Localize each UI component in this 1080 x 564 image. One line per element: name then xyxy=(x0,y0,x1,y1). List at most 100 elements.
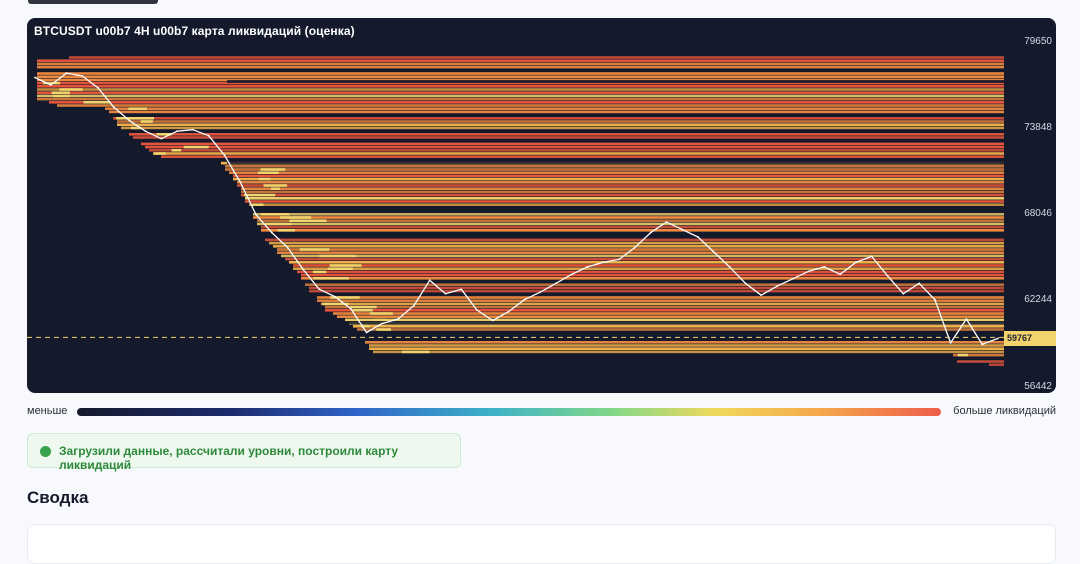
heat-band xyxy=(301,273,1004,277)
price-point xyxy=(902,292,905,295)
heat-band xyxy=(325,305,1004,309)
heat-band xyxy=(69,56,1004,59)
heat-band xyxy=(37,65,1004,69)
heat-hotspot xyxy=(258,171,279,174)
heat-band xyxy=(357,328,1004,331)
price-point xyxy=(776,285,778,288)
price-point xyxy=(365,331,368,334)
heat-band xyxy=(133,136,1004,139)
heat-band xyxy=(37,59,1004,62)
current-price-marker: 59767 xyxy=(1004,331,1056,346)
heat-hotspot xyxy=(258,177,271,181)
heat-band xyxy=(273,245,1004,248)
price-point xyxy=(128,119,131,122)
price-point xyxy=(839,273,842,276)
heat-band xyxy=(293,264,1004,267)
heat-band xyxy=(161,155,1004,158)
heat-band xyxy=(285,257,1004,261)
heat-band xyxy=(37,75,1004,78)
price-point xyxy=(223,154,226,156)
heat-band xyxy=(129,133,1004,136)
color-legend: меньше больше ликвидаций xyxy=(27,404,1056,420)
heat-hotspot xyxy=(313,277,349,280)
heat-hotspot xyxy=(261,213,290,216)
heat-band xyxy=(105,107,1004,110)
heat-band xyxy=(241,193,1004,197)
price-point xyxy=(855,261,857,264)
price-point xyxy=(491,319,494,322)
price-point xyxy=(34,76,36,79)
heat-hotspot xyxy=(140,120,153,123)
heat-hotspot xyxy=(171,149,182,152)
heat-band xyxy=(277,251,1004,254)
heat-band xyxy=(257,222,1004,226)
heat-band xyxy=(365,341,1004,344)
heat-band xyxy=(109,110,1004,114)
price-point xyxy=(302,268,305,271)
liquidation-heatmap[interactable] xyxy=(27,18,1056,393)
heat-hotspot xyxy=(83,101,111,104)
heat-band xyxy=(149,149,1004,152)
heat-band xyxy=(317,299,1004,302)
heat-band xyxy=(141,142,1004,146)
price-point xyxy=(665,221,668,224)
price-point xyxy=(744,282,747,285)
heat-hotspot xyxy=(352,309,373,312)
heat-hotspot xyxy=(373,318,387,322)
heat-band xyxy=(289,261,1004,264)
heat-band xyxy=(261,225,1004,229)
price-point xyxy=(697,236,699,238)
top-edge xyxy=(0,0,1080,12)
heat-band xyxy=(257,219,1004,222)
heat-band xyxy=(249,203,1004,206)
heat-band xyxy=(265,238,1004,242)
price-point xyxy=(870,255,873,258)
status-dot-icon xyxy=(40,446,51,457)
heat-band xyxy=(369,344,1004,347)
heat-band xyxy=(269,241,1004,245)
heat-band xyxy=(49,101,1004,104)
heat-hotspot xyxy=(51,91,70,94)
price-point xyxy=(49,84,52,86)
heat-band xyxy=(293,267,1004,270)
price-point xyxy=(113,106,115,109)
heat-band xyxy=(989,363,1004,366)
heat-band xyxy=(245,197,1004,200)
price-point xyxy=(176,130,178,133)
price-point xyxy=(933,298,936,301)
heat-band xyxy=(957,360,1004,363)
heat-band xyxy=(253,216,1004,219)
heat-band xyxy=(333,312,1004,315)
heat-band xyxy=(225,165,1004,168)
price-point xyxy=(981,343,984,346)
heat-band xyxy=(281,254,1004,258)
price-tick: 79650 xyxy=(1024,36,1052,47)
price-point xyxy=(318,288,321,291)
price-tick: 62244 xyxy=(1024,294,1052,305)
price-point xyxy=(255,213,257,216)
price-point xyxy=(823,265,826,268)
heat-band xyxy=(337,315,1004,318)
heat-hotspot xyxy=(128,107,147,110)
heat-hotspot xyxy=(369,312,393,315)
liquidation-heatmap-card[interactable] xyxy=(27,18,1056,393)
heat-band xyxy=(117,120,1004,123)
price-point xyxy=(460,288,463,291)
price-point xyxy=(239,180,242,183)
heat-band xyxy=(237,181,1004,184)
heat-band xyxy=(233,174,1004,178)
heat-band xyxy=(353,325,1004,328)
heat-hotspot xyxy=(263,184,288,187)
heat-hotspot xyxy=(244,193,276,197)
price-point xyxy=(97,87,100,89)
summary-heading: Сводка xyxy=(27,488,89,507)
heat-hotspot xyxy=(957,353,968,357)
price-point xyxy=(476,309,478,312)
heat-band xyxy=(57,104,1004,107)
heat-band xyxy=(121,126,1004,130)
price-point xyxy=(649,231,652,234)
price-point xyxy=(381,322,384,325)
heat-hotspot xyxy=(53,94,70,98)
heat-band xyxy=(225,168,1004,171)
heat-hotspot xyxy=(277,229,295,232)
